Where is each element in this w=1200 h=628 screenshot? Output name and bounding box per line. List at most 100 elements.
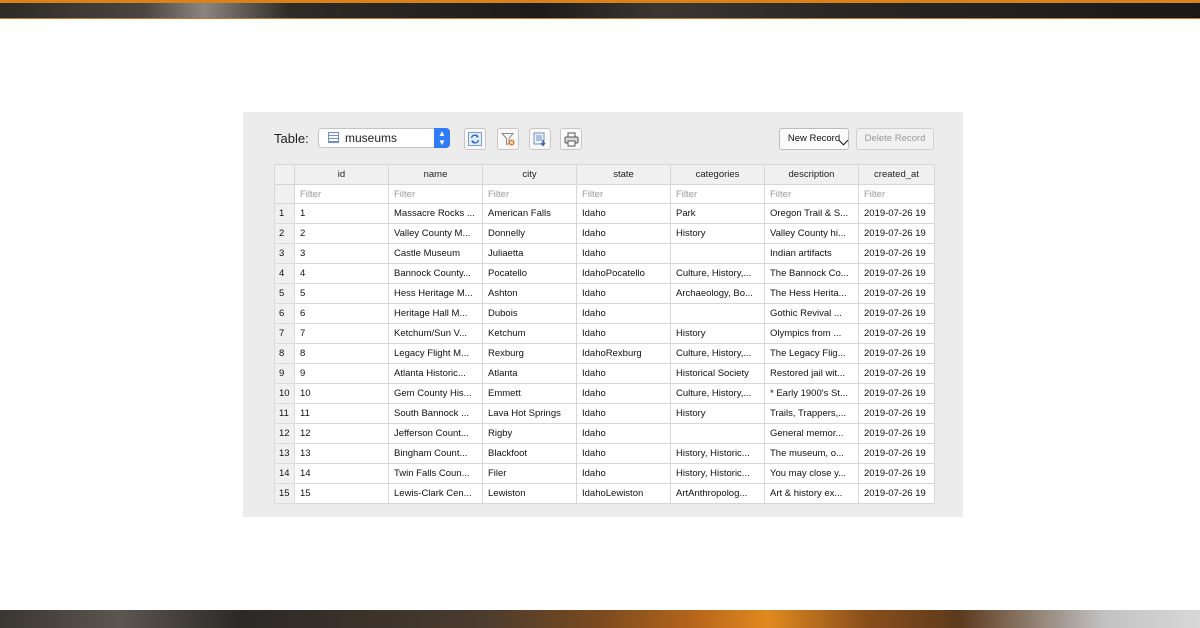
cell-created-at[interactable]: 2019-07-26 19	[858, 323, 935, 344]
cell-created-at[interactable]: 2019-07-26 19	[858, 203, 935, 224]
table-row[interactable]: 15 15 Lewis-Clark Cen... Lewiston IdahoLewis…	[274, 483, 935, 504]
cell-state[interactable]: Idaho	[576, 363, 671, 384]
cell-categories[interactable]: Culture, History,...	[670, 383, 765, 404]
cell-description[interactable]: You may close y...	[764, 463, 859, 484]
cell-description[interactable]: Valley County hi...	[764, 223, 859, 244]
cell-categories[interactable]	[670, 303, 765, 324]
cell-city[interactable]: Lewiston	[482, 483, 577, 504]
column-header-categories[interactable]: categories	[670, 164, 765, 185]
cell-state[interactable]: Idaho	[576, 463, 671, 484]
cell-id[interactable]: 2	[294, 223, 389, 244]
table-row[interactable]: 14 14 Twin Falls Coun... Filer Idaho History,…	[274, 463, 935, 484]
cell-categories[interactable]: History, Historic...	[670, 463, 765, 484]
filter-input-categories[interactable]: Filter	[670, 184, 765, 204]
table-row[interactable]: 3 3 Castle Museum Juliaetta Idaho Indian arti…	[274, 243, 935, 264]
cell-name[interactable]: Heritage Hall M...	[388, 303, 483, 324]
cell-description[interactable]: The museum, o...	[764, 443, 859, 464]
cell-created-at[interactable]: 2019-07-26 19	[858, 443, 935, 464]
cell-state[interactable]: Idaho	[576, 323, 671, 344]
filter-input-name[interactable]: Filter	[388, 184, 483, 204]
cell-city[interactable]: Filer	[482, 463, 577, 484]
delete-record-button[interactable]: Delete Record	[856, 128, 934, 150]
cell-state[interactable]: Idaho	[576, 423, 671, 444]
cell-city[interactable]: Emmett	[482, 383, 577, 404]
filter-input-city[interactable]: Filter	[482, 184, 577, 204]
cell-id[interactable]: 5	[294, 283, 389, 304]
cell-city[interactable]: Juliaetta	[482, 243, 577, 264]
cell-state[interactable]: IdahoLewiston	[576, 483, 671, 504]
cell-categories[interactable]	[670, 423, 765, 444]
cell-city[interactable]: Blackfoot	[482, 443, 577, 464]
cell-name[interactable]: Massacre Rocks ...	[388, 203, 483, 224]
cell-id[interactable]: 6	[294, 303, 389, 324]
cell-state[interactable]: Idaho	[576, 403, 671, 424]
table-row[interactable]: 12 12 Jefferson Count... Rigby Idaho General …	[274, 423, 935, 444]
export-button[interactable]	[529, 128, 551, 150]
cell-id[interactable]: 1	[294, 203, 389, 224]
cell-state[interactable]: Idaho	[576, 243, 671, 264]
cell-state[interactable]: Idaho	[576, 203, 671, 224]
cell-state[interactable]: Idaho	[576, 283, 671, 304]
cell-name[interactable]: Lewis-Clark Cen...	[388, 483, 483, 504]
cell-created-at[interactable]: 2019-07-26 19	[858, 423, 935, 444]
refresh-button[interactable]	[464, 128, 486, 150]
cell-name[interactable]: Jefferson Count...	[388, 423, 483, 444]
cell-categories[interactable]: Culture, History,...	[670, 263, 765, 284]
cell-id[interactable]: 11	[294, 403, 389, 424]
table-row[interactable]: 1 1 Massacre Rocks ... American Falls Idaho P…	[274, 203, 935, 224]
filter-input-id[interactable]: Filter	[294, 184, 389, 204]
cell-state[interactable]: IdahoRexburg	[576, 343, 671, 364]
column-header-name[interactable]: name	[388, 164, 483, 185]
table-row[interactable]: 4 4 Bannock County... Pocatello IdahoPocatel…	[274, 263, 935, 284]
cell-created-at[interactable]: 2019-07-26 19	[858, 283, 935, 304]
cell-id[interactable]: 3	[294, 243, 389, 264]
cell-categories[interactable]: Historical Society	[670, 363, 765, 384]
cell-description[interactable]: General memor...	[764, 423, 859, 444]
column-header-state[interactable]: state	[576, 164, 671, 185]
cell-name[interactable]: Castle Museum	[388, 243, 483, 264]
cell-name[interactable]: South Bannock ...	[388, 403, 483, 424]
cell-description[interactable]: The Hess Herita...	[764, 283, 859, 304]
cell-name[interactable]: Legacy Flight M...	[388, 343, 483, 364]
table-row[interactable]: 11 11 South Bannock ... Lava Hot Springs Ida…	[274, 403, 935, 424]
cell-name[interactable]: Bannock County...	[388, 263, 483, 284]
cell-id[interactable]: 14	[294, 463, 389, 484]
cell-created-at[interactable]: 2019-07-26 19	[858, 303, 935, 324]
cell-city[interactable]: Rexburg	[482, 343, 577, 364]
cell-id[interactable]: 13	[294, 443, 389, 464]
filter-input-state[interactable]: Filter	[576, 184, 671, 204]
cell-categories[interactable]	[670, 243, 765, 264]
cell-created-at[interactable]: 2019-07-26 19	[858, 263, 935, 284]
cell-state[interactable]: Idaho	[576, 443, 671, 464]
cell-city[interactable]: Ketchum	[482, 323, 577, 344]
cell-description[interactable]: Indian artifacts	[764, 243, 859, 264]
cell-name[interactable]: Valley County M...	[388, 223, 483, 244]
cell-created-at[interactable]: 2019-07-26 19	[858, 223, 935, 244]
clear-filters-button[interactable]	[497, 128, 519, 150]
cell-city[interactable]: American Falls	[482, 203, 577, 224]
cell-state[interactable]: Idaho	[576, 303, 671, 324]
cell-id[interactable]: 9	[294, 363, 389, 384]
cell-created-at[interactable]: 2019-07-26 19	[858, 363, 935, 384]
cell-id[interactable]: 4	[294, 263, 389, 284]
cell-created-at[interactable]: 2019-07-26 19	[858, 343, 935, 364]
cell-id[interactable]: 7	[294, 323, 389, 344]
cell-categories[interactable]: Archaeology, Bo...	[670, 283, 765, 304]
cell-categories[interactable]: History	[670, 323, 765, 344]
cell-state[interactable]: Idaho	[576, 223, 671, 244]
filter-input-created-at[interactable]: Filter	[858, 184, 935, 204]
table-row[interactable]: 10 10 Gem County His... Emmett Idaho Culture,…	[274, 383, 935, 404]
cell-description[interactable]: Oregon Trail & S...	[764, 203, 859, 224]
cell-city[interactable]: Rigby	[482, 423, 577, 444]
column-header-id[interactable]: id	[294, 164, 389, 185]
cell-id[interactable]: 8	[294, 343, 389, 364]
cell-city[interactable]: Dubois	[482, 303, 577, 324]
cell-categories[interactable]: ArtAnthropolog...	[670, 483, 765, 504]
table-row[interactable]: 5 5 Hess Heritage M... Ashton Idaho Archaeolo…	[274, 283, 935, 304]
cell-name[interactable]: Bingham Count...	[388, 443, 483, 464]
column-header-description[interactable]: description	[764, 164, 859, 185]
cell-city[interactable]: Pocatello	[482, 263, 577, 284]
table-row[interactable]: 2 2 Valley County M... Donnelly Idaho History…	[274, 223, 935, 244]
cell-name[interactable]: Atlanta Historic...	[388, 363, 483, 384]
table-row[interactable]: 8 8 Legacy Flight M... Rexburg IdahoRexburg C…	[274, 343, 935, 364]
